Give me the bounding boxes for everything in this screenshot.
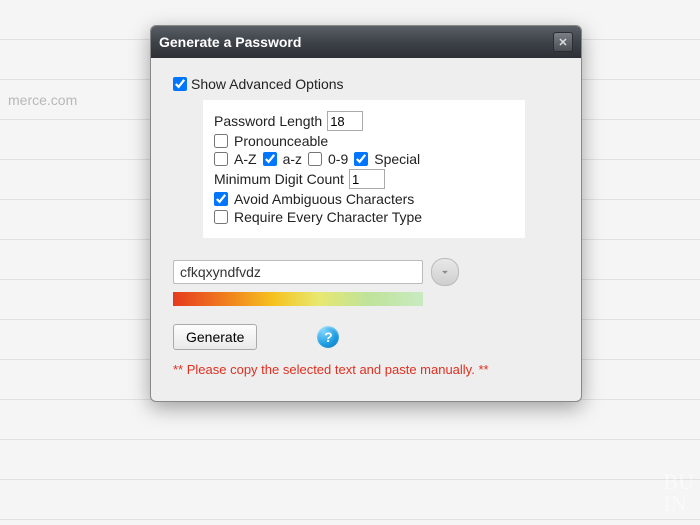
generate-row: Generate ? bbox=[173, 324, 559, 350]
require-every-checkbox[interactable] bbox=[214, 210, 228, 224]
pronounceable-checkbox[interactable] bbox=[214, 134, 228, 148]
avoid-ambiguous-label: Avoid Ambiguous Characters bbox=[234, 191, 414, 207]
strength-meter bbox=[173, 292, 423, 306]
password-length-row: Password Length bbox=[214, 111, 514, 131]
domain-text: merce.com bbox=[8, 92, 77, 108]
pronounceable-row[interactable]: Pronounceable bbox=[214, 133, 514, 149]
close-icon: ✕ bbox=[558, 36, 567, 49]
digits-checkbox[interactable] bbox=[308, 152, 322, 166]
password-length-input[interactable] bbox=[327, 111, 363, 131]
avoid-ambiguous-row[interactable]: Avoid Ambiguous Characters bbox=[214, 191, 514, 207]
uppercase-checkbox[interactable] bbox=[214, 152, 228, 166]
lowercase-label: a-z bbox=[283, 151, 302, 167]
avoid-ambiguous-checkbox[interactable] bbox=[214, 192, 228, 206]
uppercase-label: A-Z bbox=[234, 151, 257, 167]
advanced-options-panel: Password Length Pronounceable A-Z a-z 0-… bbox=[203, 100, 525, 238]
lowercase-checkbox[interactable] bbox=[263, 152, 277, 166]
require-every-row[interactable]: Require Every Character Type bbox=[214, 209, 514, 225]
require-every-label: Require Every Character Type bbox=[234, 209, 422, 225]
generate-password-dialog: Generate a Password ✕ Show Advanced Opti… bbox=[150, 25, 582, 402]
password-output-row bbox=[173, 258, 559, 286]
dialog-title: Generate a Password bbox=[159, 34, 301, 50]
warning-text: ** Please copy the selected text and pas… bbox=[173, 362, 559, 377]
dialog-body: Show Advanced Options Password Length Pr… bbox=[151, 58, 581, 401]
list-row bbox=[0, 480, 700, 520]
dialog-titlebar: Generate a Password ✕ bbox=[151, 26, 581, 58]
special-label: Special bbox=[374, 151, 420, 167]
show-advanced-label: Show Advanced Options bbox=[191, 76, 344, 92]
password-output-field[interactable] bbox=[173, 260, 423, 284]
chevron-down-icon bbox=[438, 265, 452, 279]
list-row bbox=[0, 440, 700, 480]
digits-label: 0-9 bbox=[328, 151, 348, 167]
show-advanced-row[interactable]: Show Advanced Options bbox=[173, 76, 559, 92]
list-row bbox=[0, 400, 700, 440]
min-digit-label: Minimum Digit Count bbox=[214, 171, 344, 187]
charset-row: A-Z a-z 0-9 Special bbox=[214, 151, 514, 167]
min-digit-row: Minimum Digit Count bbox=[214, 169, 514, 189]
special-checkbox[interactable] bbox=[354, 152, 368, 166]
pronounceable-label: Pronounceable bbox=[234, 133, 328, 149]
refresh-button[interactable] bbox=[431, 258, 459, 286]
close-button[interactable]: ✕ bbox=[553, 32, 573, 52]
password-length-label: Password Length bbox=[214, 113, 322, 129]
show-advanced-checkbox[interactable] bbox=[173, 77, 187, 91]
min-digit-input[interactable] bbox=[349, 169, 385, 189]
help-button[interactable]: ? bbox=[317, 326, 339, 348]
generate-button[interactable]: Generate bbox=[173, 324, 257, 350]
help-icon: ? bbox=[324, 329, 333, 345]
